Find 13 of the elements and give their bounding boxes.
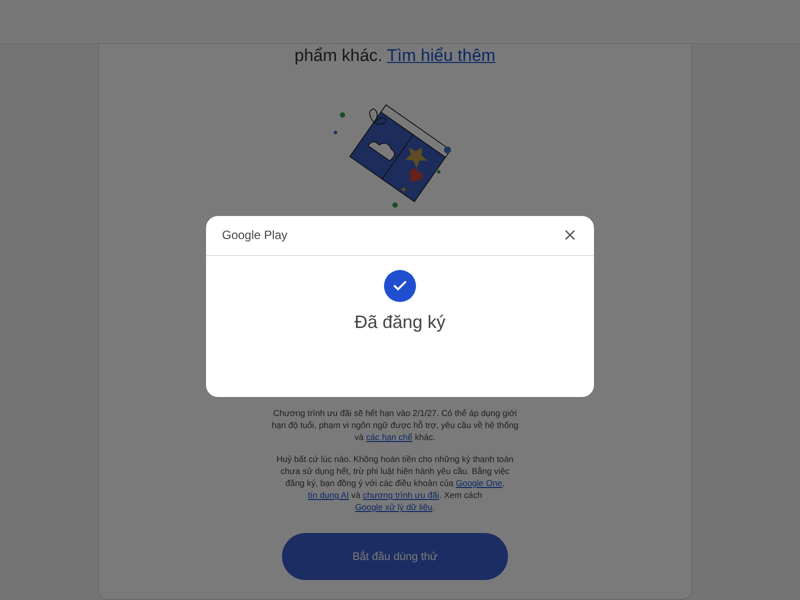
terms-text: Chương trình ưu đãi sẽ hết hạn vào 2/1/27. Có thể áp dụng giới hạn độ tuổi, phạm vi ngôn ngữ được hỗ trợ, yêu cầu về hệ thống và các hạn chế khác.: [270, 407, 520, 443]
dialog-brand: Google Play: [222, 228, 288, 242]
link[interactable]: Google One: [456, 478, 502, 488]
link[interactable]: tín dụng AI: [308, 490, 349, 500]
link[interactable]: Google xử lý dữ liệu: [355, 502, 433, 512]
terms-text: Huỷ bất cứ lúc nào. Không hoàn tiền cho những kỳ thanh toán chưa sử dụng hết, trừ phi luật hiện hành yêu cầu. Bằng việc đăng ký, bạn đồng ý với các điều khoản của Google One, tín dụng AI và chương trình ưu đãi. Xem cách Google xử lý dữ liệu.: [275, 453, 515, 513]
link[interactable]: Tìm hiểu thêm: [386, 46, 496, 65]
dialog-message: Đã đăng ký: [354, 312, 446, 332]
link[interactable]: chương trình ưu đãi: [362, 490, 440, 500]
check-icon: [384, 270, 416, 302]
intro-text: phẩm khác. Tìm hiểu thêm: [294, 46, 496, 66]
link[interactable]: các hạn chế: [366, 432, 412, 442]
start-trial-button[interactable]: Bắt đầu dùng thử: [282, 533, 508, 580]
